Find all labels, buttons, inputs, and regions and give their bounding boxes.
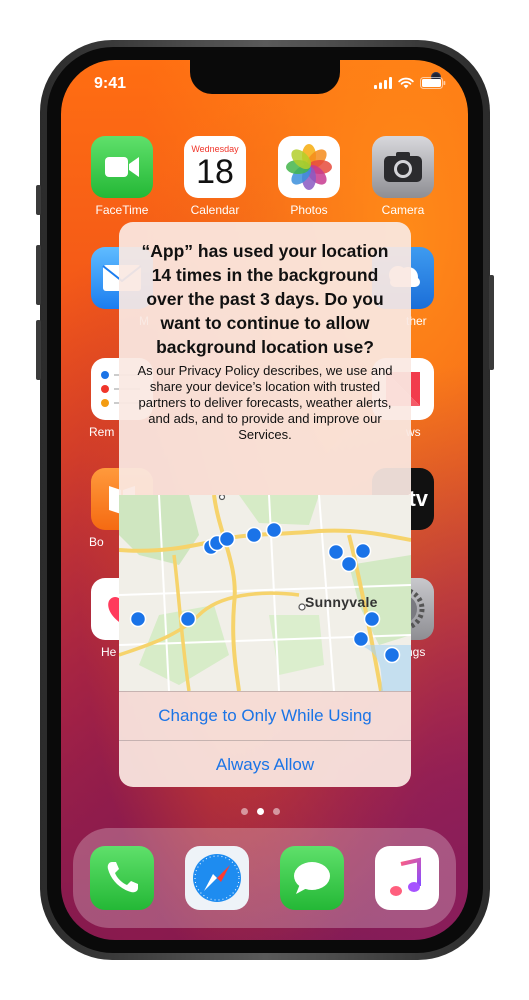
- cellular-signal-icon: [374, 77, 392, 89]
- music-icon[interactable]: [375, 846, 439, 910]
- dock: [73, 828, 456, 928]
- home-screen: 9:41 FaceTime Wednesday 18 Calendar Phot…: [61, 60, 468, 940]
- phone-icon[interactable]: [90, 846, 154, 910]
- photos-icon: [278, 136, 340, 198]
- app-calendar[interactable]: Wednesday 18 Calendar: [182, 136, 248, 217]
- app-label: FaceTime: [95, 203, 149, 217]
- volume-down-button: [36, 320, 41, 380]
- alert-title: “App” has used your location 14 times in…: [141, 241, 389, 357]
- page-dot: [241, 808, 248, 815]
- location-permission-alert: “App” has used your location 14 times in…: [119, 222, 411, 787]
- calendar-day: 18: [196, 153, 234, 191]
- facetime-icon: [91, 136, 153, 198]
- app-photos[interactable]: Photos: [276, 136, 342, 217]
- page-indicator[interactable]: [241, 808, 280, 815]
- alert-message: As our Privacy Policy describes, we use …: [137, 363, 393, 442]
- app-label: Camera: [381, 203, 425, 217]
- status-time: 9:41: [94, 75, 127, 92]
- calendar-icon: Wednesday 18: [184, 136, 246, 198]
- camera-icon: [372, 136, 434, 198]
- app-facetime[interactable]: FaceTime: [89, 136, 155, 217]
- status-icons: [374, 77, 446, 89]
- page-dot-active: [257, 808, 264, 815]
- map-city-label: Sunnyvale: [305, 594, 378, 610]
- location-map: Sunnyvale: [119, 493, 411, 692]
- change-to-while-using-button[interactable]: Change to Only While Using: [119, 692, 411, 740]
- app-label: Photos: [290, 203, 328, 217]
- messages-icon[interactable]: [280, 846, 344, 910]
- volume-up-button: [36, 245, 41, 305]
- app-camera[interactable]: Camera: [370, 136, 436, 217]
- page-dot: [273, 808, 280, 815]
- side-button: [489, 275, 494, 370]
- battery-icon: [420, 77, 446, 89]
- notch: [190, 60, 441, 94]
- always-allow-button[interactable]: Always Allow: [119, 741, 411, 787]
- app-label: Calendar: [190, 203, 240, 217]
- wifi-icon: [398, 77, 414, 89]
- mute-switch: [36, 185, 41, 215]
- map-graphic: [119, 493, 411, 692]
- safari-icon[interactable]: [185, 846, 249, 910]
